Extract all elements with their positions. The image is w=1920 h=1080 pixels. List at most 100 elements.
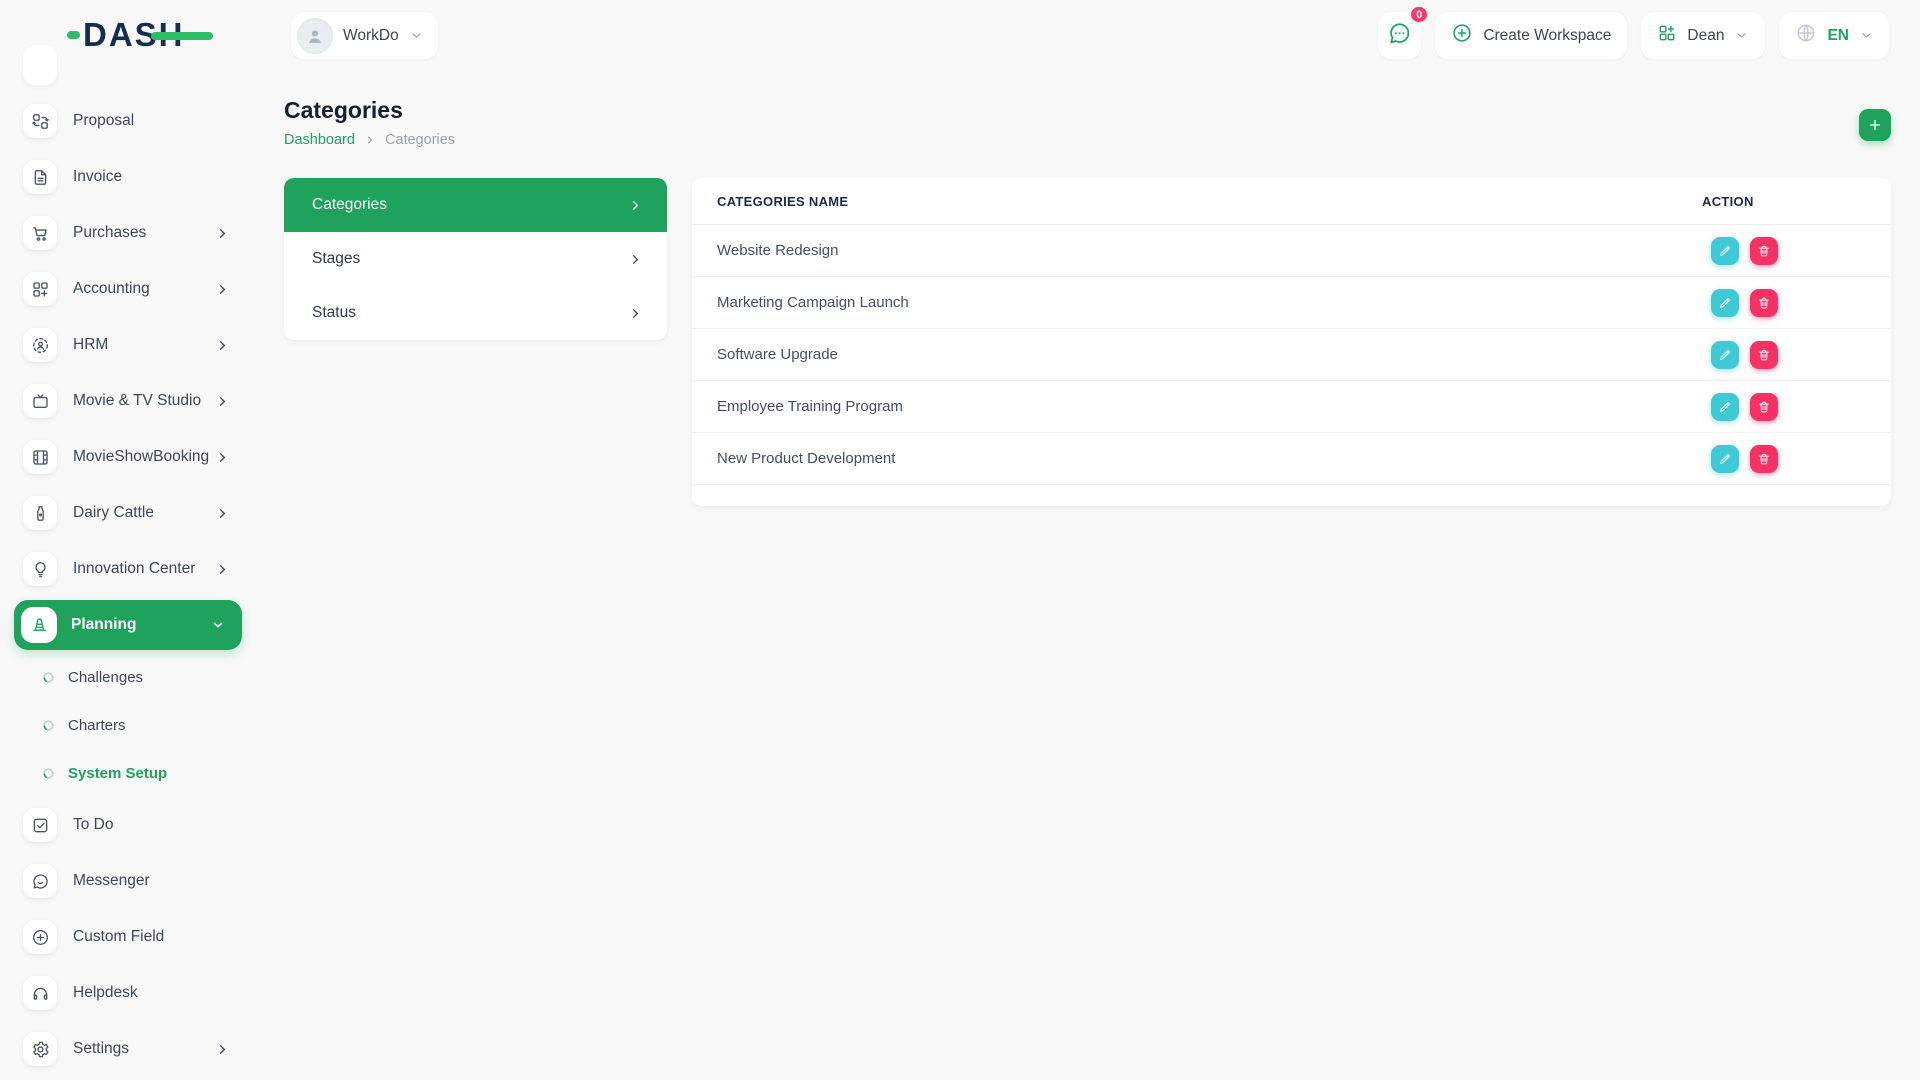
sidebar-item-label: Helpdesk [73,984,138,1002]
user-menu[interactable]: Dean [1641,12,1765,59]
sidebar-item-label: Planning [71,616,136,634]
add-category-button[interactable] [1859,109,1891,141]
tab-label: Status [312,304,356,322]
page-header: Categories Dashboard Categories [284,72,1891,178]
table-row: Marketing Campaign Launch [692,277,1891,329]
sidebar-item-to-do[interactable]: To Do [0,797,248,853]
chevron-down-icon [1734,28,1749,43]
pencil-icon [1718,244,1732,258]
grid-user-icon [1657,23,1677,43]
language-menu[interactable]: EN [1779,12,1890,59]
row-actions [1702,393,1891,421]
chevron-right-icon [215,1042,230,1057]
gear-icon [31,1040,50,1059]
sidebar: Proposal Invoice Purchases Accounting HRM Mov… [0,72,248,1080]
chevron-right-icon [215,338,230,353]
sidebar-subitem-charters[interactable]: Charters [0,701,248,749]
delete-button[interactable] [1750,237,1778,265]
sidebar-item-movieshowbooking[interactable]: MovieShowBooking [0,429,248,485]
tab-label: Categories [312,196,387,214]
tab-categories[interactable]: Categories [284,178,667,232]
sidebar-item-accounting[interactable]: Accounting [0,261,248,317]
delete-button[interactable] [1750,393,1778,421]
sidebar-item-dairy-cattle[interactable]: Dairy Cattle [0,485,248,541]
delete-button[interactable] [1750,289,1778,317]
workspace-selector[interactable]: WorkDo [291,12,438,59]
sidebar-item-label: Movie & TV Studio [73,392,201,410]
sidebar-item-helpdesk[interactable]: Helpdesk [0,965,248,1021]
chevron-right-icon [215,394,230,409]
sidebar-item-label: Purchases [73,224,146,242]
app-root: DASH WorkDo 0 Create Workspace Dean [0,0,1920,1080]
sidebar-item-label: HRM [73,336,108,354]
plus-circle-icon [1451,22,1473,44]
edit-button[interactable] [1711,289,1739,317]
create-workspace-label: Create Workspace [1483,27,1611,45]
sidebar-subitem-label: System Setup [68,765,167,782]
sidebar-item-purchases[interactable]: Purchases [0,205,248,261]
tab-status[interactable]: Status [284,286,667,340]
film-icon [31,448,50,467]
cart-icon [31,224,50,243]
sidebar-item-custom-field[interactable]: Custom Field [0,909,248,965]
logo-accent-dash [67,31,80,39]
table-row: Employee Training Program [692,381,1891,433]
chevron-right-icon [215,226,230,241]
row-actions [1702,289,1891,317]
sidebar-item-settings[interactable]: Settings [0,1021,248,1077]
delete-button[interactable] [1750,445,1778,473]
breadcrumb: Dashboard Categories [284,132,1891,148]
sidebar-item-invoice[interactable]: Invoice [0,149,248,205]
sidebar-item-innovation-center[interactable]: Innovation Center [0,541,248,597]
row-actions [1702,341,1891,369]
milk-bottle-icon [31,504,50,523]
trash-icon [1757,452,1771,466]
table-row: Software Upgrade [692,329,1891,381]
chevron-right-icon [215,450,230,465]
sidebar-subitem-system-setup[interactable]: System Setup [0,749,248,797]
category-name: Marketing Campaign Launch [692,294,1702,311]
table-row: New Product Development [692,433,1891,485]
create-workspace-button[interactable]: Create Workspace [1435,12,1627,59]
sidebar-item-movie-tv-studio[interactable]: Movie & TV Studio [0,373,248,429]
category-name: Website Redesign [692,242,1702,259]
pencil-icon [1718,348,1732,362]
row-actions [1702,237,1891,265]
setup-tabs-card: Categories Stages Status [284,178,667,340]
category-name: New Product Development [692,450,1702,467]
main-content: Categories Dashboard Categories Categori… [284,72,1891,178]
breadcrumb-dashboard-link[interactable]: Dashboard [284,132,355,148]
sidebar-item-hrm[interactable]: HRM [0,317,248,373]
messages-button[interactable]: 0 [1378,12,1421,59]
sidebar-item-label: Messenger [73,872,150,890]
sidebar-subitem-challenges[interactable]: Challenges [0,653,248,701]
sidebar-item-label: Accounting [73,280,150,298]
sidebar-item-messenger[interactable]: Messenger [0,853,248,909]
sidebar-item-label: MovieShowBooking [73,448,209,466]
sidebar-item-label: Innovation Center [73,560,195,578]
logo-accent-bar [151,32,213,40]
tab-stages[interactable]: Stages [284,232,667,286]
edit-button[interactable] [1711,393,1739,421]
sidebar-item-proposal[interactable]: Proposal [0,93,248,149]
chevron-down-icon [409,28,424,43]
pencil-icon [1718,452,1732,466]
sidebar-item-label: To Do [73,816,114,834]
chevron-right-icon [215,282,230,297]
sidebar-item-planning[interactable]: Planning [14,600,242,650]
edit-button[interactable] [1711,341,1739,369]
chevron-right-icon [628,306,643,321]
category-name: Software Upgrade [692,346,1702,363]
edit-button[interactable] [1711,445,1739,473]
tv-icon [31,392,50,411]
delete-button[interactable] [1750,341,1778,369]
workspace-label: WorkDo [343,27,399,45]
sidebar-item-label: Proposal [73,112,134,130]
sidebar-item-label: Invoice [73,168,122,186]
language-label: EN [1827,27,1849,45]
user-menu-label: Dean [1687,27,1724,45]
checkbox-icon [31,816,50,835]
chevron-down-icon [1859,28,1874,43]
edit-button[interactable] [1711,237,1739,265]
circle-progress-icon [42,671,55,684]
